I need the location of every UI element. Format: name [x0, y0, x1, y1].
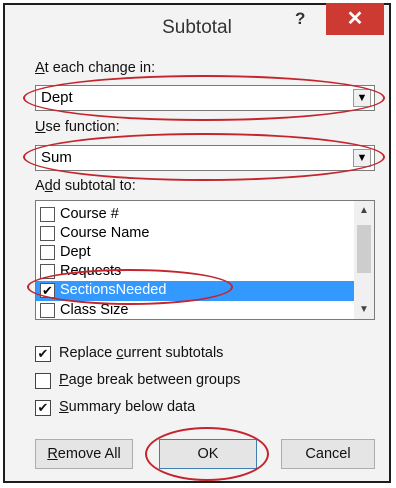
- at-each-change-label: At each change in:: [35, 60, 156, 76]
- close-button[interactable]: ✕: [326, 3, 384, 35]
- subtotal-dialog: Subtotal ? ✕ At each change in: Dept ▼ U…: [3, 3, 391, 483]
- list-item[interactable]: Requests: [36, 262, 354, 282]
- remove-all-button[interactable]: Remove All: [35, 439, 133, 469]
- list-item[interactable]: Dept: [36, 243, 354, 263]
- checkbox-checked[interactable]: ✔: [35, 346, 51, 362]
- checkbox[interactable]: [40, 303, 55, 318]
- checkbox[interactable]: [35, 373, 51, 389]
- at-each-change-value: Dept: [41, 89, 73, 106]
- add-subtotal-list[interactable]: Course # Course Name Dept Requests ✔ Sec…: [35, 200, 375, 320]
- list-item[interactable]: Class Size: [36, 301, 354, 319]
- checkbox[interactable]: [40, 264, 55, 279]
- checkbox-checked[interactable]: ✔: [35, 400, 51, 416]
- checkbox-checked[interactable]: ✔: [40, 283, 55, 298]
- list-scrollbar[interactable]: ▲ ▼: [354, 201, 374, 319]
- use-function-label: Use function:: [35, 119, 120, 135]
- scroll-up-icon[interactable]: ▲: [354, 205, 374, 216]
- list-item[interactable]: Course Name: [36, 224, 354, 244]
- title-bar: Subtotal ? ✕: [5, 3, 389, 51]
- checkbox[interactable]: [40, 245, 55, 260]
- use-function-value: Sum: [41, 149, 72, 166]
- help-icon[interactable]: ?: [295, 9, 305, 29]
- list-item-selected[interactable]: ✔ SectionsNeeded: [36, 281, 354, 301]
- use-function-dropdown[interactable]: Sum ▼: [35, 145, 375, 171]
- ok-button[interactable]: OK: [159, 439, 257, 469]
- scroll-thumb[interactable]: [357, 225, 371, 273]
- scroll-down-icon[interactable]: ▼: [354, 304, 374, 315]
- cancel-button[interactable]: Cancel: [281, 439, 375, 469]
- checkbox[interactable]: [40, 226, 55, 241]
- checkbox[interactable]: [40, 207, 55, 222]
- at-each-change-dropdown[interactable]: Dept ▼: [35, 85, 375, 111]
- list-item[interactable]: Course #: [36, 205, 354, 225]
- add-subtotal-label: Add subtotal to:: [35, 178, 136, 194]
- chevron-down-icon[interactable]: ▼: [353, 89, 371, 107]
- chevron-down-icon[interactable]: ▼: [353, 149, 371, 167]
